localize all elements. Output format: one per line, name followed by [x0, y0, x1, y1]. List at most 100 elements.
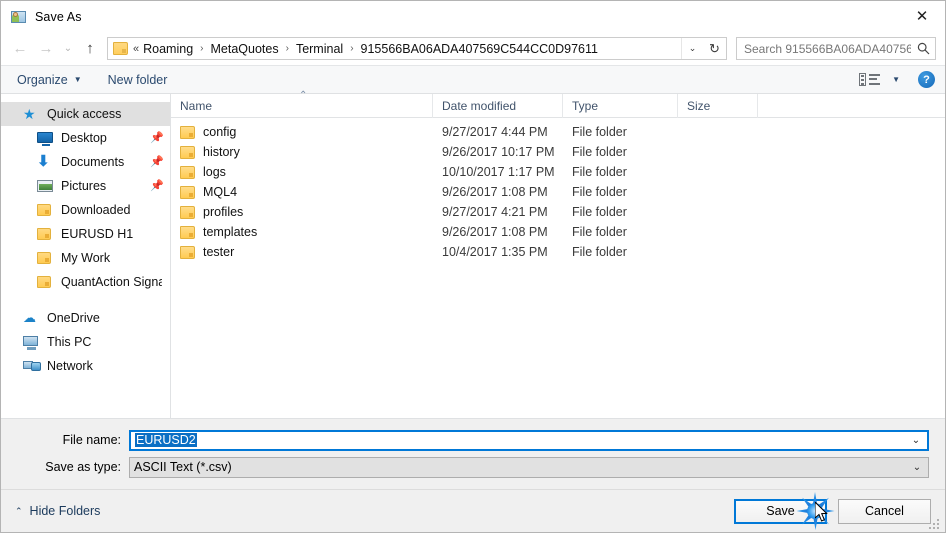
file-name-label: MQL4	[203, 185, 238, 199]
sidebar-item-onedrive[interactable]: ☁ OneDrive	[1, 306, 170, 330]
back-button[interactable]: ←	[7, 37, 33, 61]
sidebar-item-downloaded[interactable]: Downloaded	[1, 198, 170, 222]
sidebar-item-quantaction-signal[interactable]: QuantAction Signal	[1, 270, 170, 294]
documents-download-icon: ⬇	[37, 153, 50, 170]
refresh-icon[interactable]: ↻	[703, 37, 727, 60]
breadcrumb-item-roaming[interactable]: Roaming	[141, 42, 195, 56]
sidebar-item-label: QuantAction Signal	[61, 275, 162, 289]
sidebar-item-label: This PC	[47, 335, 92, 349]
view-options-button[interactable]: ▼	[859, 72, 900, 88]
type-cell: File folder	[572, 145, 627, 159]
column-header-name[interactable]: Name ⌃	[171, 90, 433, 118]
file-name-input[interactable]: EURUSD2 ⌄	[129, 429, 929, 451]
window-title: Save As	[35, 9, 82, 24]
save-as-type-select[interactable]: ASCII Text (*.csv) ⌄	[129, 456, 929, 478]
table-row[interactable]: templates 9/26/2017 1:08 PM File folder	[171, 222, 945, 242]
file-rows: config 9/27/2017 4:44 PM File folder his…	[171, 118, 945, 418]
breadcrumb-item-terminal[interactable]: Terminal	[294, 42, 345, 56]
star-pin-icon: ★	[23, 106, 36, 122]
sidebar-item-desktop[interactable]: Desktop 📌	[1, 126, 170, 150]
type-cell: File folder	[572, 245, 627, 259]
type-cell: File folder	[572, 185, 627, 199]
table-row[interactable]: tester 10/4/2017 1:35 PM File folder	[171, 242, 945, 262]
type-cell: File folder	[572, 205, 627, 219]
file-name-label: logs	[203, 165, 226, 179]
breadcrumb-overflow-icon[interactable]: «	[133, 43, 141, 55]
chevron-down-icon[interactable]: ⌄	[905, 435, 927, 446]
address-bar[interactable]: « Roaming › MetaQuotes › Terminal › 9155…	[107, 37, 704, 60]
search-input[interactable]: Search 915566BA06ADA40756...	[737, 42, 911, 56]
hide-folders-button[interactable]: ⌃ Hide Folders	[15, 504, 100, 518]
sidebar-item-label: Documents	[61, 155, 125, 169]
list-view-icon	[859, 72, 881, 88]
search-box[interactable]: Search 915566BA06ADA40756...	[736, 37, 936, 60]
network-icon	[23, 358, 41, 374]
type-cell: File folder	[572, 165, 627, 179]
file-name-cell: MQL4	[171, 185, 433, 199]
onedrive-cloud-icon: ☁	[23, 310, 36, 325]
new-folder-button[interactable]: New folder	[108, 73, 168, 87]
folder-icon	[180, 165, 195, 179]
folder-icon	[180, 145, 195, 159]
sidebar-item-label: Desktop	[61, 131, 107, 145]
organize-button[interactable]: Organize ▼	[17, 73, 82, 87]
this-pc-icon	[23, 334, 39, 350]
column-header-type[interactable]: Type	[563, 93, 678, 118]
breadcrumb-item-guid[interactable]: 915566BA06ADA407569C544CC0D97611	[359, 42, 600, 56]
title-bar: Save As ✕	[1, 1, 945, 32]
chevron-down-icon[interactable]: ⌄	[681, 38, 703, 59]
sidebar-item-this-pc[interactable]: This PC	[1, 330, 170, 354]
table-row[interactable]: profiles 9/27/2017 4:21 PM File folder	[171, 202, 945, 222]
command-toolbar: Organize ▼ New folder ▼ ?	[1, 65, 945, 94]
save-button[interactable]: Save	[734, 498, 827, 524]
save-as-app-icon	[11, 9, 27, 25]
sidebar-item-pictures[interactable]: Pictures 📌	[1, 174, 170, 198]
table-row[interactable]: config 9/27/2017 4:44 PM File folder	[171, 122, 945, 142]
folder-icon	[180, 125, 195, 139]
column-header-label: Size	[687, 98, 711, 113]
type-cell: File folder	[572, 225, 627, 239]
column-header-size[interactable]: Size	[678, 93, 758, 118]
sidebar-item-label: EURUSD H1	[61, 227, 134, 241]
dialog-footer: ⌃ Hide Folders Save Cancel	[1, 489, 945, 532]
folder-icon	[37, 202, 53, 218]
column-header-label: Type	[572, 98, 599, 113]
table-row[interactable]: MQL4 9/26/2017 1:08 PM File folder	[171, 182, 945, 202]
pin-icon[interactable]: 📌	[150, 180, 164, 192]
table-row[interactable]: logs 10/10/2017 1:17 PM File folder	[171, 162, 945, 182]
sidebar-item-my-work[interactable]: My Work	[1, 246, 170, 270]
pin-icon[interactable]: 📌	[150, 132, 164, 144]
sidebar-item-quick-access[interactable]: ★ Quick access	[1, 102, 170, 126]
save-as-dialog: Save As ✕ ← → ⌄ ↑ « Roaming › MetaQuotes…	[0, 0, 946, 533]
sidebar-item-documents[interactable]: ⬇ Documents 📌	[1, 150, 170, 174]
date-modified-cell: 10/4/2017 1:35 PM	[442, 245, 548, 259]
sidebar-item-network[interactable]: Network	[1, 354, 170, 378]
column-header-label: Date modified	[442, 98, 517, 113]
resize-grip[interactable]	[929, 517, 942, 530]
sidebar-divider	[1, 294, 170, 306]
sidebar-item-eurusd-h1[interactable]: EURUSD H1	[1, 222, 170, 246]
folder-icon	[37, 274, 53, 290]
help-icon[interactable]: ?	[918, 71, 935, 88]
up-button[interactable]: ↑	[77, 37, 103, 61]
forward-button[interactable]: →	[33, 37, 59, 61]
navigation-sidebar: ★ Quick access Desktop 📌 ⬇ Documents 📌 P…	[1, 94, 171, 418]
chevron-down-icon[interactable]: ⌄	[906, 462, 928, 473]
close-icon[interactable]: ✕	[899, 1, 945, 32]
table-row[interactable]: history 9/26/2017 10:17 PM File folder	[171, 142, 945, 162]
folder-icon	[37, 250, 53, 266]
type-cell: File folder	[572, 125, 627, 139]
file-list-pane: Name ⌃ Date modified Type Size config 9/…	[171, 90, 945, 418]
sidebar-item-label: OneDrive	[47, 311, 100, 325]
pin-icon[interactable]: 📌	[150, 156, 164, 168]
recent-locations-button[interactable]: ⌄	[59, 37, 77, 61]
hide-folders-label: Hide Folders	[29, 504, 101, 518]
breadcrumb-item-metaquotes[interactable]: MetaQuotes	[209, 42, 281, 56]
column-header-date-modified[interactable]: Date modified	[433, 93, 563, 118]
save-as-type-row: Save as type: ASCII Text (*.csv) ⌄	[17, 456, 929, 478]
chevron-down-icon: ▼	[892, 75, 900, 84]
date-modified-cell: 9/26/2017 1:08 PM	[442, 185, 548, 199]
desktop-icon	[37, 130, 53, 146]
column-headers: Name ⌃ Date modified Type Size	[171, 90, 945, 118]
cancel-button[interactable]: Cancel	[838, 498, 931, 524]
